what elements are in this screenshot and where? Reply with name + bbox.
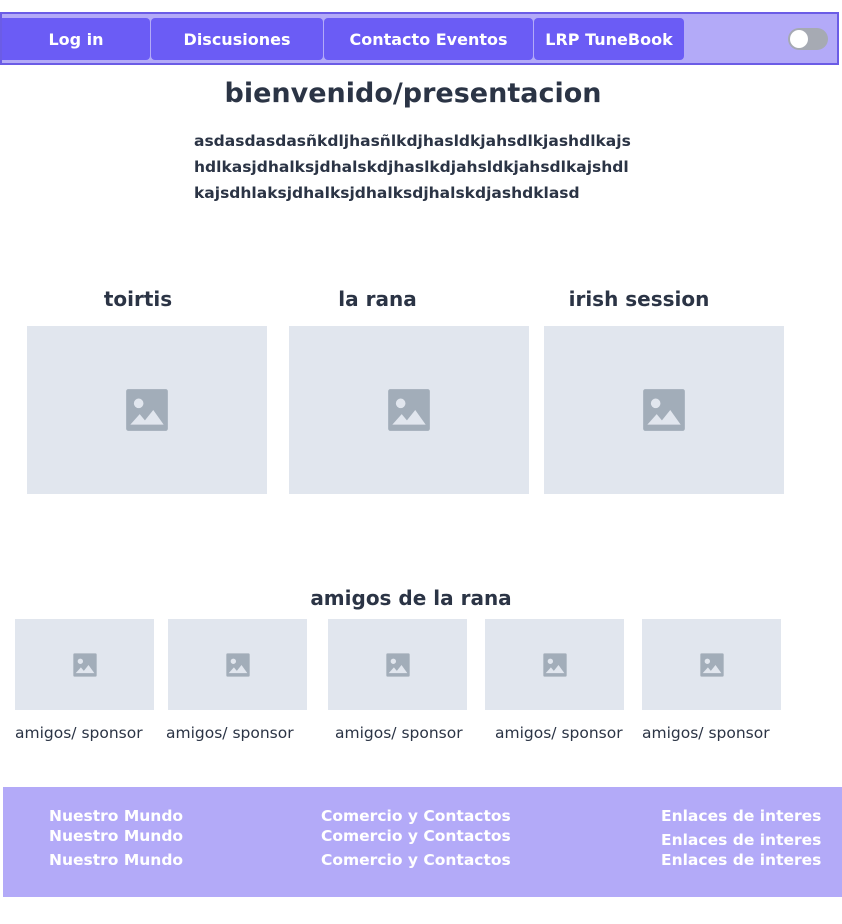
footer-link[interactable]: Comercio y Contactos: [321, 807, 511, 825]
friend-logo[interactable]: [15, 619, 154, 710]
footer: Nuestro Mundo Nuestro Mundo Nuestro Mund…: [3, 787, 842, 897]
top-navbar: Log in Discusiones Contacto Eventos LRP …: [0, 12, 839, 65]
footer-link[interactable]: Nuestro Mundo: [49, 851, 183, 869]
friend-caption: amigos/ sponsor: [642, 724, 770, 742]
friend-caption: amigos/ sponsor: [166, 724, 294, 742]
footer-link[interactable]: Nuestro Mundo: [49, 807, 183, 825]
footer-col-enlaces: Enlaces de interes Enlaces de interes En…: [661, 787, 837, 897]
welcome-text-line: asdasdasdasñkdljhasñlkdjhasldkjahsdlkjas…: [194, 132, 631, 150]
footer-col-comercio: Comercio y Contactos Comercio y Contacto…: [321, 787, 561, 897]
image-icon: [542, 652, 567, 677]
image-icon: [72, 652, 97, 677]
footer-link[interactable]: Enlaces de interes: [661, 807, 821, 825]
feature-image-irish-session[interactable]: [544, 326, 784, 494]
feature-image-toirtis[interactable]: [27, 326, 267, 494]
image-icon: [225, 652, 250, 677]
nav-contacto-eventos-button[interactable]: Contacto Eventos: [324, 18, 533, 60]
nav-login-button[interactable]: Log in: [2, 18, 150, 60]
footer-col-nuestro-mundo: Nuestro Mundo Nuestro Mundo Nuestro Mund…: [49, 787, 249, 897]
friends-title: amigos de la rana: [310, 586, 512, 610]
friend-caption: amigos/ sponsor: [495, 724, 623, 742]
image-icon: [388, 389, 430, 431]
footer-link[interactable]: Comercio y Contactos: [321, 851, 511, 869]
welcome-text-line: kajsdhlaksjdhalksjdhalksdjhalskdjashdkla…: [194, 184, 580, 202]
footer-link[interactable]: Enlaces de interes: [661, 851, 821, 869]
welcome-text: asdasdasdasñkdljhasñlkdjhasldkjahsdlkjas…: [194, 128, 654, 206]
feature-title-toirtis: toirtis: [103, 287, 173, 311]
theme-toggle-switch[interactable]: [788, 28, 828, 50]
nav-discusiones-button[interactable]: Discusiones: [151, 18, 323, 60]
footer-link[interactable]: Enlaces de interes: [661, 831, 821, 849]
friend-logo[interactable]: [328, 619, 467, 710]
feature-title-irish-session: irish session: [568, 287, 710, 311]
nav-tunebook-button[interactable]: LRP TuneBook: [534, 18, 684, 60]
feature-image-la-rana[interactable]: [289, 326, 529, 494]
footer-link[interactable]: Nuestro Mundo: [49, 827, 183, 845]
image-icon: [126, 389, 168, 431]
friend-caption: amigos/ sponsor: [335, 724, 463, 742]
footer-link[interactable]: Comercio y Contactos: [321, 827, 511, 845]
image-icon: [699, 652, 724, 677]
feature-title-la-rana: la rana: [338, 287, 417, 311]
friend-caption: amigos/ sponsor: [15, 724, 143, 742]
welcome-text-line: hdlkasjdhalksjdhalskdjhaslkdjahsldkjahsd…: [194, 158, 629, 176]
friend-logo[interactable]: [485, 619, 624, 710]
welcome-title: bienvenido/presentacion: [224, 78, 602, 109]
toggle-knob: [790, 30, 808, 48]
image-icon: [385, 652, 410, 677]
friend-logo[interactable]: [642, 619, 781, 710]
friend-logo[interactable]: [168, 619, 307, 710]
image-icon: [643, 389, 685, 431]
